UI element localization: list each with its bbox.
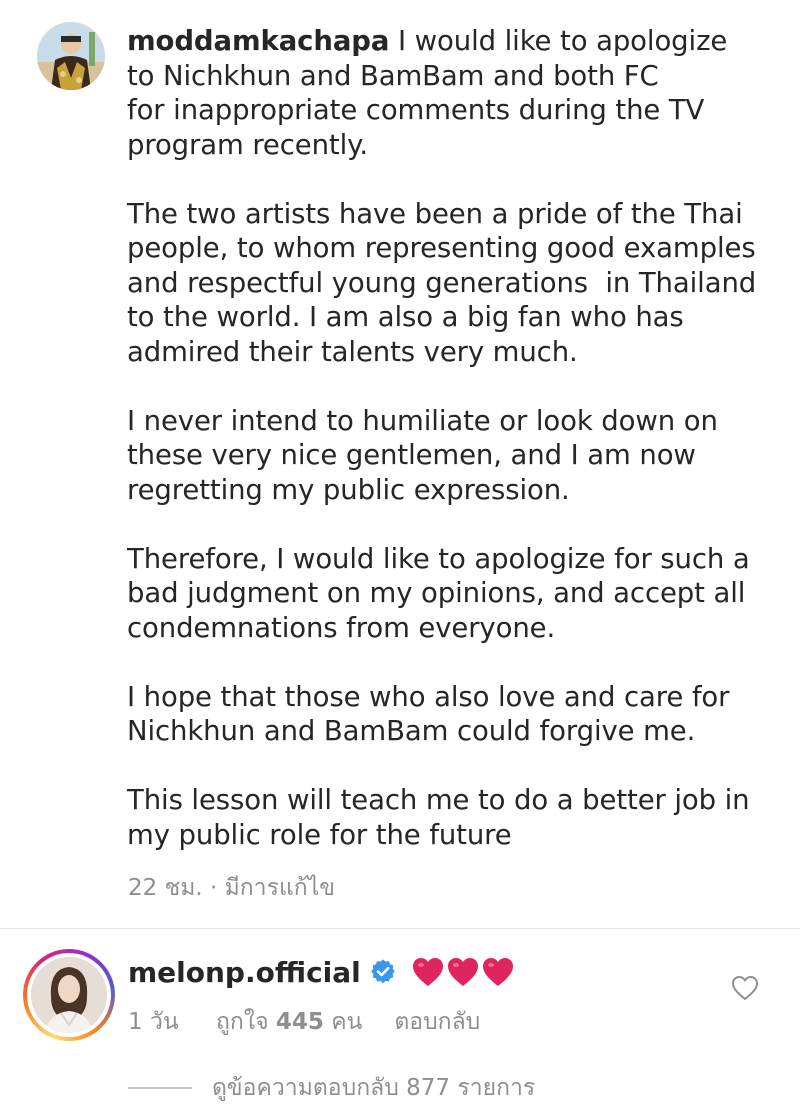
comment-text <box>411 956 515 988</box>
likes-prefix: ถูกใจ <box>216 1009 276 1035</box>
verified-badge-icon <box>369 958 397 986</box>
heart-emoji-icon <box>412 958 443 986</box>
comment-likes[interactable]: ถูกใจ 445 คน <box>216 1004 362 1040</box>
comment-username[interactable]: melonp.official <box>128 956 361 989</box>
view-replies-label: ดูข้อความตอบกลับ 877 รายการ <box>212 1075 536 1101</box>
view-replies-button[interactable]: ดูข้อความตอบกลับ 877 รายการ <box>128 1070 535 1106</box>
caption-text: moddamkachapa I would like to apologize … <box>127 24 787 852</box>
comment-author-avatar <box>31 957 107 1033</box>
heart-outline-icon <box>731 975 759 1001</box>
story-ring[interactable] <box>23 949 115 1041</box>
heart-emoji-icon <box>482 958 513 986</box>
likes-count: 445 <box>275 1009 324 1035</box>
avatar-photo <box>37 22 105 90</box>
caption-message: I would like to apologize to Nichkhun an… <box>127 25 757 851</box>
replies-divider <box>128 1087 192 1089</box>
post-caption: moddamkachapa I would like to apologize … <box>0 0 800 930</box>
reply-button[interactable]: ตอบกลับ <box>394 1004 480 1040</box>
caption-author-avatar[interactable] <box>37 22 105 90</box>
caption-username[interactable]: moddamkachapa <box>127 25 389 57</box>
like-comment-button[interactable] <box>731 975 759 1001</box>
comment-header: melonp.official <box>128 952 515 992</box>
avatar-photo <box>31 957 107 1033</box>
comment-time: 1 วัน <box>128 1009 179 1035</box>
divider <box>0 928 800 929</box>
comment-meta: 1 วัน ถูกใจ 445 คน ตอบกลับ <box>128 1004 480 1040</box>
likes-suffix: คน <box>323 1009 363 1035</box>
heart-emoji-icon <box>447 958 478 986</box>
comment-item: melonp.official 1 วัน ถูกใจ 445 คน ตอบกล… <box>0 930 800 1118</box>
caption-meta: 22 ชม. · มีการแก้ไข <box>128 875 335 901</box>
